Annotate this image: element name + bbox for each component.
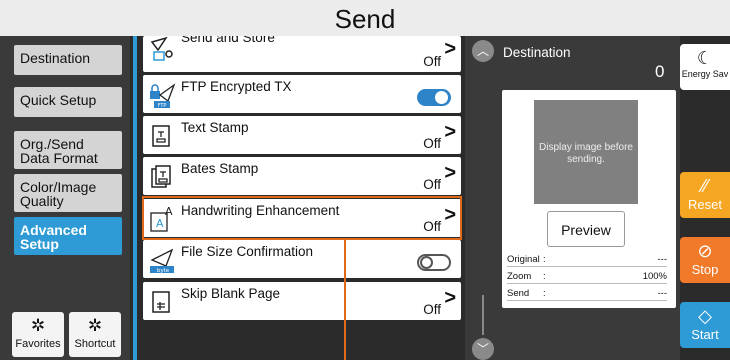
start-label: Start <box>691 327 719 342</box>
destination-count: 0 <box>655 62 665 81</box>
text-stamp-icon <box>152 125 170 147</box>
bates-stamp-icon <box>151 165 171 188</box>
chevron-right-icon: > <box>444 121 456 143</box>
stop-icon: ⊘ <box>697 241 713 261</box>
ftp-toggle[interactable] <box>417 89 451 106</box>
item-value: Off <box>423 136 441 151</box>
star-gear-icon: ✲ <box>30 316 46 335</box>
reset-label: Reset <box>688 197 722 212</box>
info-key: Zoom <box>507 271 532 282</box>
start-icon: ◇ <box>698 306 712 326</box>
toggle-knob <box>435 91 448 104</box>
shortcut-button[interactable]: ✲ Shortcut <box>69 312 121 357</box>
ftp-icon-text: FTP <box>158 103 167 109</box>
ftp-icon: FTP <box>150 83 176 109</box>
energy-saver-label: Energy Sav <box>681 69 729 79</box>
item-label: Send and Store <box>181 36 275 45</box>
stop-label: Stop <box>691 262 719 277</box>
info-key: Send <box>507 288 530 299</box>
chevron-down-icon: ﹀ <box>476 342 489 356</box>
info-value: --- <box>657 254 668 265</box>
file-size-icon: byte <box>150 248 174 274</box>
moon-icon: ☾ <box>696 48 714 68</box>
highlight-box <box>142 196 462 240</box>
info-row-original: Original : --- <box>507 253 667 267</box>
chevron-right-icon: > <box>444 38 456 60</box>
scroll-down-button[interactable]: ﹀ <box>472 338 494 360</box>
callout-line <box>344 240 346 360</box>
info-row-send: Send : --- <box>507 287 667 301</box>
list-item-text-stamp[interactable]: Text Stamp Off > <box>143 116 461 154</box>
send-store-icon <box>150 36 173 61</box>
stop-button[interactable]: ⊘ Stop <box>680 237 730 283</box>
preview-button[interactable]: Preview <box>547 211 625 247</box>
item-label: Skip Blank Page <box>181 286 281 301</box>
start-button[interactable]: ◇ Start <box>680 302 730 348</box>
scroll-track[interactable] <box>482 295 484 335</box>
toggle-knob <box>420 256 433 269</box>
info-value: 100% <box>642 271 667 282</box>
list-item-skip-blank-page[interactable]: Skip Blank Page Off > <box>143 282 461 320</box>
favorites-label: Favorites <box>15 338 61 350</box>
chevron-up-icon: ︿ <box>476 44 489 58</box>
item-value: Off <box>423 54 441 69</box>
reset-button[interactable]: ⁄⁄ Reset <box>680 172 730 218</box>
menu-color-image-quality[interactable]: Color/Image Quality <box>14 174 122 212</box>
list-item-send-and-store[interactable]: Send and Store Off > <box>143 36 461 72</box>
list-item-bates-stamp[interactable]: Bates Stamp Off > <box>143 157 461 195</box>
item-value: Off <box>423 302 441 317</box>
item-label: File Size Confirmation <box>181 244 314 259</box>
reset-icon: ⁄⁄ <box>701 176 708 196</box>
menu-quick-setup[interactable]: Quick Setup <box>14 87 122 117</box>
info-key: Original <box>507 254 540 265</box>
chevron-right-icon: > <box>444 162 456 184</box>
destination-label: Destination <box>503 45 571 60</box>
item-label: FTP Encrypted TX <box>181 79 292 94</box>
info-colon: : <box>543 288 546 299</box>
menu-advanced-setup[interactable]: Advanced Setup <box>14 217 122 255</box>
menu-org-send-data-format[interactable]: Org./Send Data Format <box>14 131 122 169</box>
shortcut-label: Shortcut <box>74 338 116 350</box>
item-label: Bates Stamp <box>181 161 259 176</box>
info-colon: : <box>543 271 546 282</box>
list-scroll-indicator <box>133 36 137 360</box>
preview-card: Display image before sending. Preview Or… <box>502 90 676 308</box>
info-row-zoom: Zoom : 100% <box>507 270 667 284</box>
list-item-ftp-encrypted-tx[interactable]: FTP FTP Encrypted TX <box>143 75 461 113</box>
energy-saver-button[interactable]: ☾ Energy Sav <box>680 44 730 90</box>
item-label: Text Stamp <box>181 120 249 135</box>
info-value: --- <box>657 288 668 299</box>
skip-blank-icon <box>152 291 170 313</box>
item-value: Off <box>423 177 441 192</box>
preview-thumbnail: Display image before sending. <box>534 100 638 204</box>
file-size-icon-text: byte <box>157 268 170 274</box>
file-size-toggle[interactable] <box>417 254 451 271</box>
list-item-file-size-confirmation[interactable]: byte File Size Confirmation <box>143 240 461 278</box>
menu-destination[interactable]: Destination <box>14 45 122 75</box>
info-colon: : <box>543 254 546 265</box>
favorites-button[interactable]: ✲ Favorites <box>12 312 64 357</box>
page-title: Send <box>0 0 730 36</box>
star-gear-icon: ✲ <box>87 316 103 335</box>
chevron-right-icon: > <box>444 287 456 309</box>
scroll-up-button[interactable]: ︿ <box>472 40 494 62</box>
